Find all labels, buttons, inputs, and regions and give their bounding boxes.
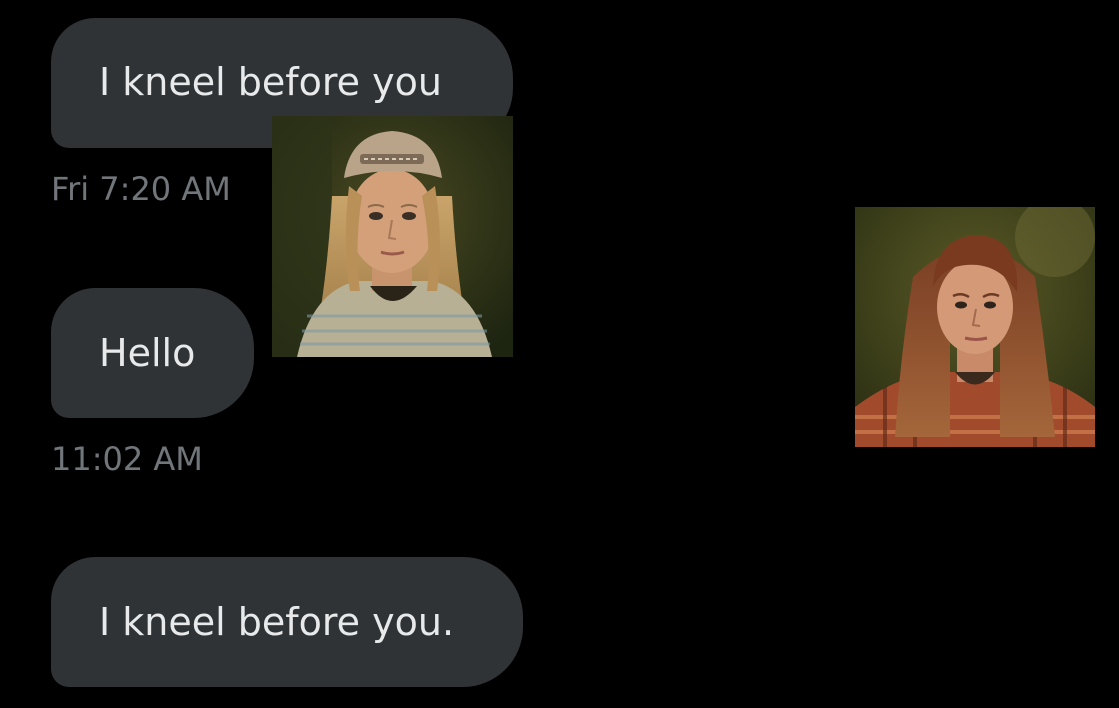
message-text: I kneel before you. (99, 600, 455, 644)
portrait-blonde-cap-photo-icon (272, 116, 513, 357)
message-timestamp: Fri 7:20 AM (51, 170, 231, 208)
portrait-redhead-plaid-photo-icon (855, 207, 1095, 447)
message-text: Hello (99, 331, 196, 375)
avatar-photo[interactable] (855, 207, 1095, 447)
avatar-photo[interactable] (272, 116, 513, 357)
message-bubble[interactable]: I kneel before you. (51, 557, 523, 687)
message-bubble[interactable]: Hello (51, 288, 254, 418)
message-text: I kneel before you (99, 60, 442, 104)
message-timestamp: 11:02 AM (51, 440, 203, 478)
